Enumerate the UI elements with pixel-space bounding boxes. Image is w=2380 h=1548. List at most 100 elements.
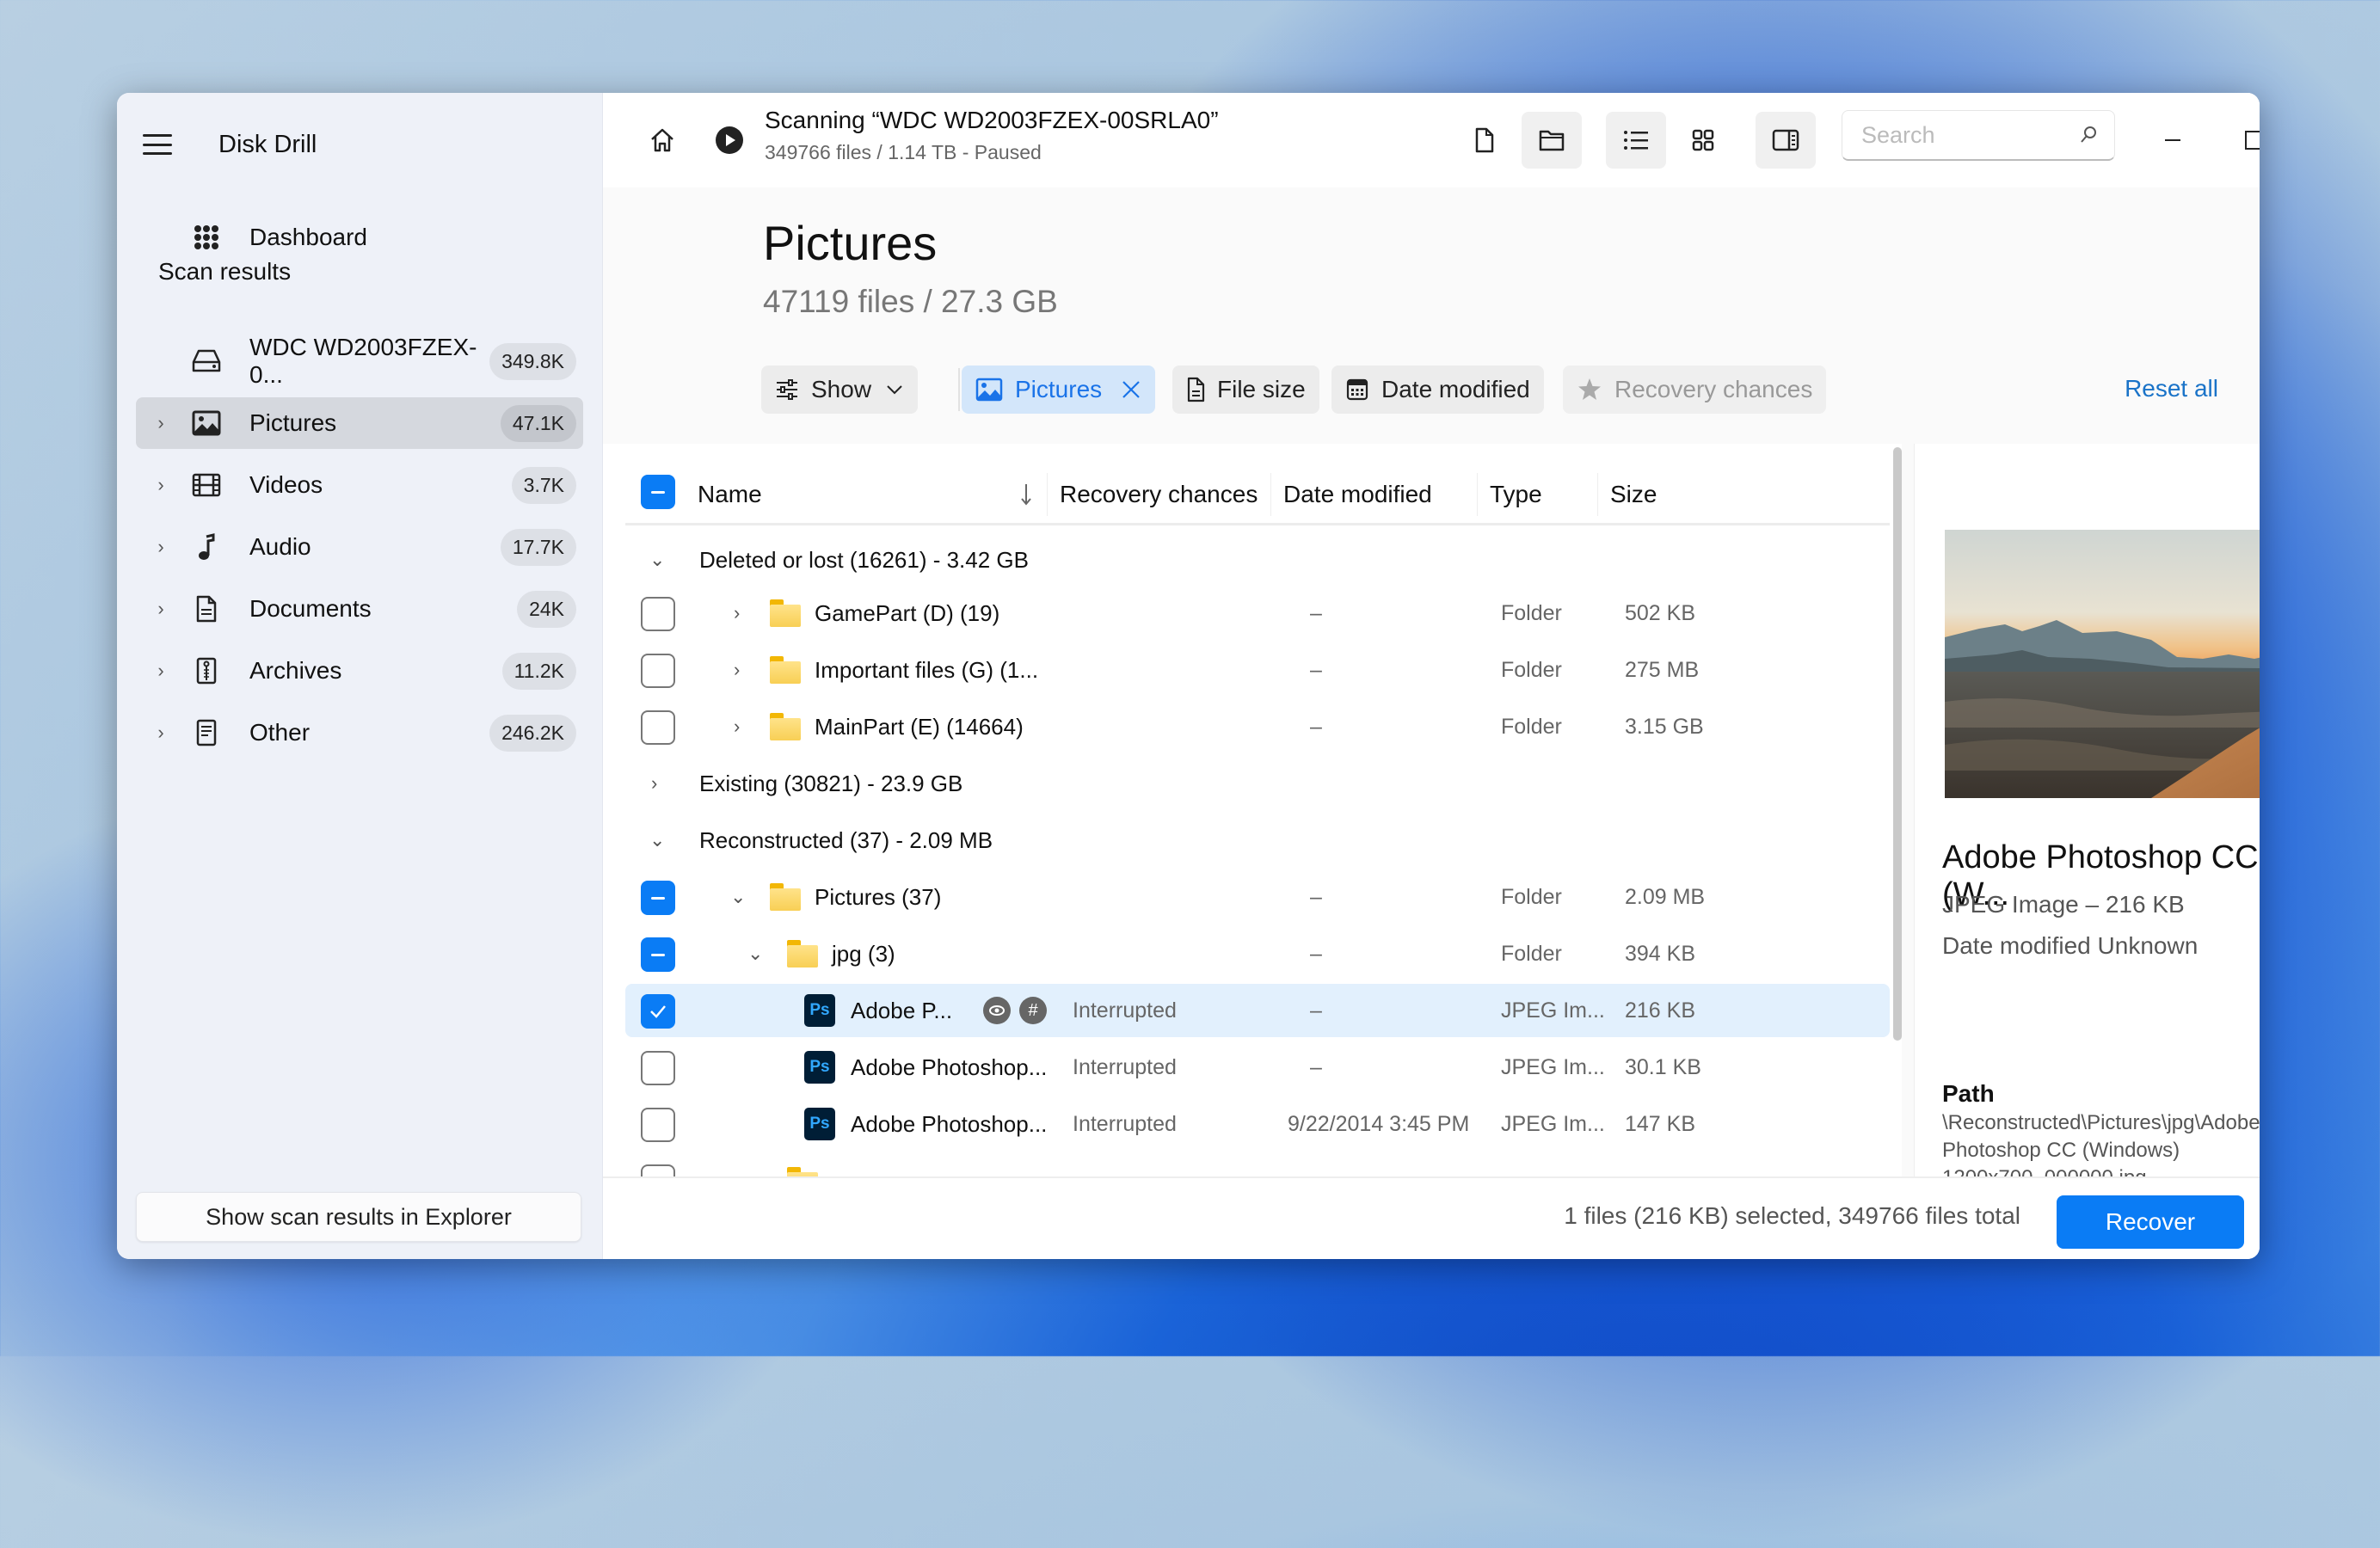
photoshop-file-icon: Ps: [804, 1051, 835, 1084]
filter-chip-file-size[interactable]: File size: [1172, 366, 1319, 414]
reset-all-link[interactable]: Reset all: [2125, 375, 2218, 402]
table-row[interactable]: › GamePart (D) (19) – Folder 502 KB: [625, 587, 1890, 640]
select-all-checkbox[interactable]: [641, 475, 675, 509]
table-group-row[interactable]: ⌄ Reconstructed (37) - 2.09 MB: [625, 814, 1890, 867]
folder-icon: [770, 713, 801, 740]
remove-filter-icon[interactable]: [1121, 379, 1141, 400]
chevron-right-icon[interactable]: ›: [148, 660, 174, 682]
recover-button[interactable]: Recover: [2057, 1195, 2244, 1249]
column-header-size[interactable]: Size: [1597, 473, 1748, 516]
table-row-partial[interactable]: [625, 1154, 1890, 1178]
sidebar-item-archives[interactable]: › Archives 11.2K: [136, 645, 583, 697]
table-row[interactable]: › Important files (G) (1... – Folder 275…: [625, 643, 1890, 697]
grid-icon: [1692, 129, 1714, 151]
chevron-right-icon[interactable]: ›: [148, 474, 174, 496]
resume-scan-button[interactable]: [699, 112, 760, 169]
search-icon[interactable]: [2078, 125, 2099, 145]
music-note-icon: [189, 530, 224, 564]
show-filter-dropdown[interactable]: Show: [761, 366, 919, 414]
file-type: Folder: [1501, 941, 1562, 966]
sidebar-item-pictures[interactable]: › Pictures 47.1K: [136, 397, 583, 449]
sidebar-item-drive[interactable]: WDC WD2003FZEX-0... 349.8K: [136, 334, 583, 388]
list-view-button[interactable]: [1606, 112, 1666, 169]
chevron-down-icon[interactable]: ⌄: [649, 533, 665, 587]
photoshop-file-icon: Ps: [804, 1108, 835, 1140]
group-label: Reconstructed (37) - 2.09 MB: [699, 826, 993, 853]
search-input[interactable]: [1860, 120, 2061, 150]
file-name: jpg (3): [832, 940, 895, 967]
chevron-right-icon[interactable]: ›: [734, 587, 740, 640]
sidebar-item-label: Documents: [249, 595, 372, 622]
folder-view-button[interactable]: [1522, 112, 1582, 169]
row-checkbox[interactable]: [641, 654, 675, 688]
file-name: Pictures (37): [815, 883, 942, 910]
chevron-right-icon[interactable]: ›: [734, 700, 740, 753]
filter-chip-date-modified[interactable]: Date modified: [1331, 366, 1544, 414]
group-label: Existing (30821) - 23.9 GB: [699, 770, 963, 796]
sort-descending-icon: [1021, 484, 1031, 506]
sidebar-item-other[interactable]: › Other 246.2K: [136, 707, 583, 759]
photoshop-file-icon: Ps: [804, 994, 835, 1027]
table-row-selected[interactable]: Ps Adobe P... # Interrupted – JPEG Im...…: [625, 984, 1890, 1037]
grid-view-button[interactable]: [1673, 112, 1733, 169]
hamburger-menu-icon[interactable]: [143, 134, 172, 155]
maximize-button[interactable]: [2229, 119, 2260, 162]
sidebar-item-videos[interactable]: › Videos 3.7K: [136, 459, 583, 511]
file-size: 147 KB: [1625, 1111, 1696, 1136]
home-button[interactable]: [632, 112, 692, 169]
chevron-down-icon[interactable]: ⌄: [730, 870, 746, 924]
chevron-right-icon[interactable]: ›: [148, 412, 174, 434]
page-title: Pictures: [763, 216, 938, 270]
date-modified: –: [1310, 657, 1322, 682]
image-icon: [189, 406, 224, 440]
sidebar-item-dashboard[interactable]: Dashboard: [136, 212, 583, 263]
count-badge: 349.8K: [489, 342, 576, 380]
table-group-row[interactable]: ⌄ Deleted or lost (16261) - 3.42 GB: [625, 533, 1890, 587]
chevron-right-icon[interactable]: ›: [148, 536, 174, 558]
file-size: 2.09 MB: [1625, 884, 1706, 909]
chevron-right-icon[interactable]: ›: [734, 643, 740, 697]
table-row[interactable]: ⌄ Pictures (37) – Folder 2.09 MB: [625, 870, 1890, 924]
row-checkbox[interactable]: [641, 1051, 675, 1085]
sidebar-item-documents[interactable]: › Documents 24K: [136, 583, 583, 635]
minimize-button[interactable]: [2147, 119, 2199, 162]
chevron-down-icon[interactable]: ⌄: [747, 927, 763, 980]
row-checkbox[interactable]: [641, 1108, 675, 1142]
table-row[interactable]: › MainPart (E) (14664) – Folder 3.15 GB: [625, 700, 1890, 753]
column-header-date-modified[interactable]: Date modified: [1270, 473, 1476, 516]
date-modified: –: [1310, 1054, 1322, 1079]
table-row[interactable]: Ps Adobe Photoshop... Interrupted 9/22/2…: [625, 1097, 1890, 1151]
chevron-right-icon[interactable]: ›: [148, 722, 174, 744]
file-size: 30.1 KB: [1625, 1054, 1701, 1079]
hash-icon[interactable]: #: [1019, 997, 1047, 1024]
chevron-right-icon[interactable]: ›: [651, 757, 657, 810]
chevron-down-icon[interactable]: ⌄: [649, 814, 665, 867]
table-scrollbar[interactable]: [1893, 447, 1902, 1041]
show-in-explorer-button[interactable]: Show scan results in Explorer: [136, 1192, 581, 1242]
count-badge: 11.2K: [501, 652, 576, 690]
preview-image: [1945, 530, 2260, 798]
home-icon: [651, 128, 673, 152]
row-checkbox[interactable]: [641, 597, 675, 631]
row-checkbox[interactable]: [641, 994, 675, 1029]
preview-eye-icon[interactable]: [983, 997, 1011, 1024]
toggle-preview-panel-button[interactable]: [1756, 112, 1816, 169]
table-group-row[interactable]: › Existing (30821) - 23.9 GB: [625, 757, 1890, 810]
filter-chip-pictures[interactable]: Pictures: [962, 366, 1156, 414]
row-checkbox[interactable]: [641, 937, 675, 972]
group-label: Deleted or lost (16261) - 3.42 GB: [699, 546, 1029, 573]
search-box: [1842, 110, 2115, 161]
chevron-right-icon[interactable]: ›: [148, 598, 174, 620]
table-row[interactable]: Ps Adobe Photoshop... Interrupted – JPEG…: [625, 1041, 1890, 1094]
column-header-name[interactable]: Name: [686, 473, 1042, 516]
column-header-type[interactable]: Type: [1477, 473, 1597, 516]
sidebar-item-audio[interactable]: › Audio 17.7K: [136, 521, 583, 573]
table-row[interactable]: ⌄ jpg (3) – Folder 394 KB: [625, 927, 1890, 980]
file-view-button[interactable]: [1454, 112, 1515, 169]
sidebar-item-label: Archives: [249, 657, 342, 684]
column-header-recovery-chances[interactable]: Recovery chances: [1047, 473, 1270, 516]
row-checkbox[interactable]: [641, 881, 675, 915]
filter-chip-recovery-chances[interactable]: Recovery chances: [1563, 366, 1827, 414]
row-checkbox[interactable]: [641, 710, 675, 745]
filter-chip-label: Recovery chances: [1614, 376, 1813, 402]
